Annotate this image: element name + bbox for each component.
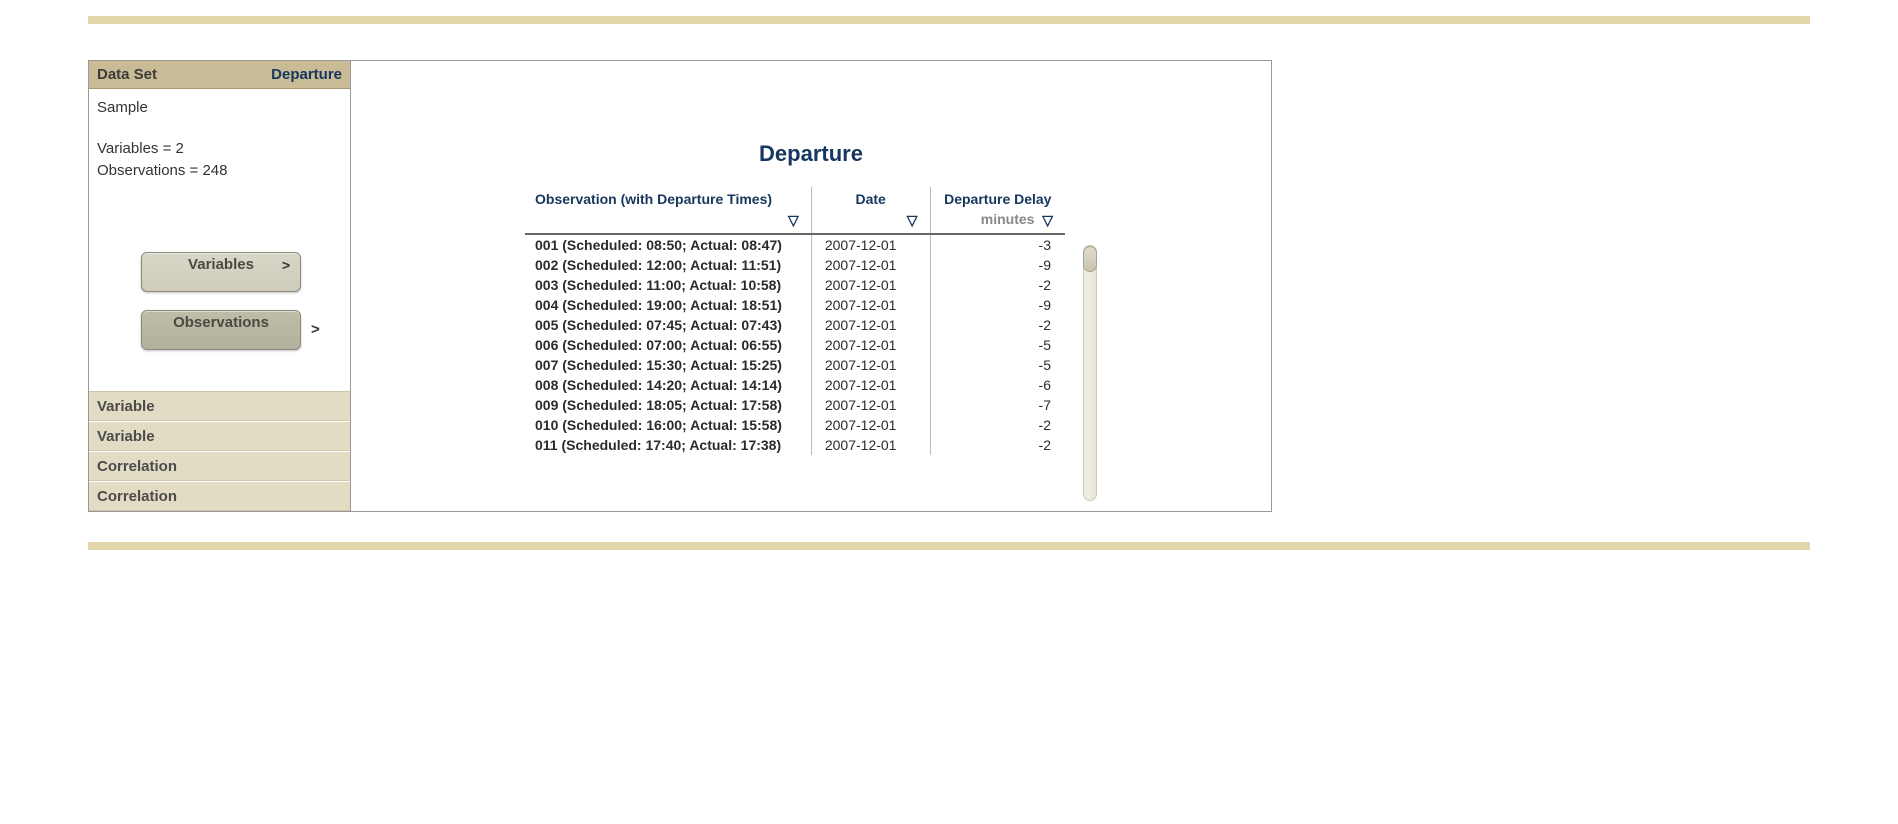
sidebar-footer-item[interactable]: Variable: [89, 391, 350, 421]
table-row[interactable]: 009 (Scheduled: 18:05; Actual: 17:58)200…: [525, 395, 1065, 415]
cell-observation: 011 (Scheduled: 17:40; Actual: 17:38): [525, 435, 811, 455]
cell-delay: -9: [930, 255, 1065, 275]
cell-date: 2007-12-01: [811, 415, 930, 435]
table-row[interactable]: 003 (Scheduled: 11:00; Actual: 10:58)200…: [525, 275, 1065, 295]
main-pane: Departure Observation (with Departure Ti…: [351, 61, 1271, 511]
table-row[interactable]: 001 (Scheduled: 08:50; Actual: 08:47)200…: [525, 234, 1065, 255]
col-header-date[interactable]: Date: [811, 187, 930, 209]
triangle-down-icon: ▽: [788, 213, 799, 227]
sidebar-footer-item[interactable]: Correlation: [89, 481, 350, 511]
vertical-scrollbar[interactable]: [1083, 245, 1097, 501]
cell-delay: -2: [930, 275, 1065, 295]
cell-observation: 002 (Scheduled: 12:00; Actual: 11:51): [525, 255, 811, 275]
sidebar-footer-item[interactable]: Correlation: [89, 451, 350, 481]
cell-date: 2007-12-01: [811, 355, 930, 375]
table-row[interactable]: 010 (Scheduled: 16:00; Actual: 15:58)200…: [525, 415, 1065, 435]
top-divider: [88, 16, 1810, 24]
table-row[interactable]: 004 (Scheduled: 19:00; Actual: 18:51)200…: [525, 295, 1065, 315]
cell-date: 2007-12-01: [811, 234, 930, 255]
sort-date[interactable]: ▽: [811, 209, 930, 234]
app-panel: Data Set Departure Sample Variables = 2 …: [88, 60, 1272, 512]
observations-button[interactable]: Observations: [141, 310, 301, 350]
cell-date: 2007-12-01: [811, 375, 930, 395]
sidebar: Data Set Departure Sample Variables = 2 …: [89, 61, 351, 511]
chevron-right-icon: >: [311, 321, 320, 338]
sort-observation[interactable]: ▽: [525, 209, 811, 234]
table-row[interactable]: 005 (Scheduled: 07:45; Actual: 07:43)200…: [525, 315, 1065, 335]
cell-date: 2007-12-01: [811, 275, 930, 295]
sort-delay[interactable]: minutes ▽: [930, 209, 1065, 234]
cell-delay: -5: [930, 335, 1065, 355]
variables-button[interactable]: Variables >: [141, 252, 301, 292]
col-header-observation[interactable]: Observation (with Departure Times): [525, 187, 811, 209]
delay-units: minutes: [981, 211, 1035, 227]
sidebar-footer-item[interactable]: Variable: [89, 421, 350, 451]
cell-date: 2007-12-01: [811, 295, 930, 315]
sidebar-header: Data Set Departure: [89, 61, 350, 89]
triangle-down-icon: ▽: [907, 213, 918, 227]
table-row[interactable]: 008 (Scheduled: 14:20; Actual: 14:14)200…: [525, 375, 1065, 395]
cell-observation: 005 (Scheduled: 07:45; Actual: 07:43): [525, 315, 811, 335]
cell-date: 2007-12-01: [811, 315, 930, 335]
cell-delay: -5: [930, 355, 1065, 375]
triangle-down-icon: ▽: [1042, 213, 1053, 227]
cell-delay: -3: [930, 234, 1065, 255]
cell-observation: 008 (Scheduled: 14:20; Actual: 14:14): [525, 375, 811, 395]
bottom-divider: [88, 542, 1810, 550]
cell-observation: 009 (Scheduled: 18:05; Actual: 17:58): [525, 395, 811, 415]
cell-delay: -7: [930, 395, 1065, 415]
cell-observation: 006 (Scheduled: 07:00; Actual: 06:55): [525, 335, 811, 355]
cell-date: 2007-12-01: [811, 255, 930, 275]
chevron-right-icon: >: [282, 257, 290, 273]
cell-observation: 007 (Scheduled: 15:30; Actual: 15:25): [525, 355, 811, 375]
observations-count: Observations = 248: [97, 160, 342, 182]
cell-observation: 004 (Scheduled: 19:00; Actual: 18:51): [525, 295, 811, 315]
sidebar-body: Sample Variables = 2 Observations = 248 …: [89, 89, 350, 391]
cell-date: 2007-12-01: [811, 435, 930, 455]
sidebar-header-label: Data Set: [97, 66, 157, 83]
cell-delay: -2: [930, 435, 1065, 455]
dataset-meta: Variables = 2 Observations = 248: [97, 138, 342, 182]
variables-count: Variables = 2: [97, 138, 342, 160]
table-row[interactable]: 006 (Scheduled: 07:00; Actual: 06:55)200…: [525, 335, 1065, 355]
cell-date: 2007-12-01: [811, 395, 930, 415]
sidebar-header-value: Departure: [271, 66, 342, 83]
scrollbar-thumb[interactable]: [1083, 246, 1097, 272]
variables-button-label: Variables: [188, 256, 254, 273]
data-table: Observation (with Departure Times) Date …: [525, 187, 1065, 455]
table-row[interactable]: 007 (Scheduled: 15:30; Actual: 15:25)200…: [525, 355, 1065, 375]
table-row[interactable]: 002 (Scheduled: 12:00; Actual: 11:51)200…: [525, 255, 1065, 275]
sample-label: Sample: [97, 99, 342, 116]
sidebar-footer: Variable Variable Correlation Correlatio…: [89, 391, 350, 511]
cell-delay: -2: [930, 315, 1065, 335]
cell-observation: 001 (Scheduled: 08:50; Actual: 08:47): [525, 234, 811, 255]
cell-delay: -6: [930, 375, 1065, 395]
table-row[interactable]: 011 (Scheduled: 17:40; Actual: 17:38)200…: [525, 435, 1065, 455]
cell-delay: -9: [930, 295, 1065, 315]
cell-observation: 003 (Scheduled: 11:00; Actual: 10:58): [525, 275, 811, 295]
cell-observation: 010 (Scheduled: 16:00; Actual: 15:58): [525, 415, 811, 435]
cell-delay: -2: [930, 415, 1065, 435]
cell-date: 2007-12-01: [811, 335, 930, 355]
observations-button-label: Observations: [173, 314, 269, 331]
col-header-delay[interactable]: Departure Delay: [930, 187, 1065, 209]
page-title: Departure: [371, 141, 1251, 167]
